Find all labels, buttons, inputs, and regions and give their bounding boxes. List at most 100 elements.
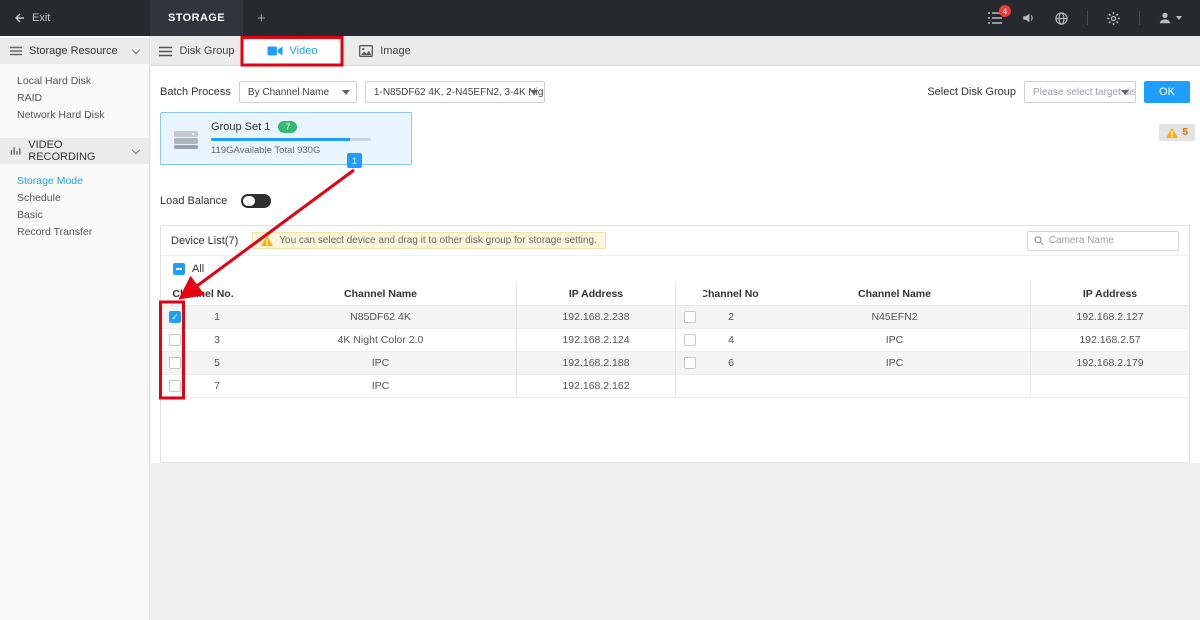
topbar-icons: 4 (987, 11, 1200, 26)
ok-button[interactable]: OK (1144, 81, 1190, 103)
select-disk-group-label: Select Disk Group (927, 86, 1016, 98)
sidebar-section-storage-resource[interactable]: Storage Resource (0, 38, 149, 64)
device-list-title: Device List(7) (171, 235, 238, 247)
table-row[interactable]: 7 IPC 192.168.2.162 (161, 375, 1189, 398)
col-checkbox (675, 282, 703, 305)
table-row[interactable]: 5 IPC 192.168.2.188 6 IPC 192.168.2.179 (161, 352, 1189, 375)
table-row[interactable]: 1 N85DF62 4K 192.168.2.238 2 N45EFN2 192… (161, 306, 1189, 329)
col-channel-no: Channel No. (703, 282, 759, 305)
channel-name: N85DF62 4K (245, 306, 516, 328)
row-checkbox[interactable] (169, 334, 181, 346)
channel-name: IPC (759, 329, 1030, 351)
col-ip-address: IP Address (1030, 282, 1189, 305)
ip-address: 192.168.2.238 (516, 306, 675, 328)
table-header: Channel No. Channel Name IP Address Chan… (161, 282, 1189, 306)
tab-label: Image (380, 45, 411, 57)
tab-disk-group[interactable]: Disk Group (151, 36, 243, 66)
col-ip-address: IP Address (516, 282, 675, 305)
row-checkbox[interactable] (684, 334, 696, 346)
toggle-knob (243, 196, 255, 206)
disk-stack-icon (171, 126, 201, 152)
exit-button[interactable]: Exit (0, 12, 150, 24)
batch-mode-select[interactable]: By Channel Name (239, 81, 357, 103)
sidebar-item-record-transfer[interactable]: Record Transfer (0, 224, 149, 241)
ip-address (1030, 375, 1189, 397)
add-tab-button[interactable]: + (243, 10, 280, 27)
back-arrow-icon (13, 12, 25, 24)
channel-name: IPC (245, 352, 516, 374)
select-all-checkbox[interactable] (173, 263, 185, 275)
search-icon (1034, 235, 1044, 246)
tab-strip: Disk Group Video Image (151, 36, 1200, 66)
target-disk-select[interactable]: Please select target disk ... (1024, 81, 1136, 103)
select-value: By Channel Name (248, 87, 329, 98)
load-balance-row: Load Balance (160, 194, 271, 208)
sidebar-item-network-hard-disk[interactable]: Network Hard Disk (0, 107, 149, 124)
col-channel-no: Channel No. (161, 282, 245, 305)
channel-name: IPC (245, 375, 516, 397)
warning-triangle-icon (261, 236, 273, 246)
disk-group-controls: Select Disk Group Please select target d… (927, 81, 1190, 103)
row-checkbox[interactable] (169, 357, 181, 369)
chevron-down-icon (132, 45, 140, 53)
hint-text: You can select device and drag it to oth… (279, 235, 597, 246)
main-area: Disk Group Video Image Batch Process By … (151, 36, 1200, 620)
row-checkbox[interactable] (684, 311, 696, 323)
channel-name: 4K Night Color 2.0 (245, 329, 516, 351)
chevron-down-icon (1121, 90, 1129, 95)
warning-count-badge[interactable]: 5 (1159, 124, 1195, 141)
capacity-progress-bar (211, 138, 371, 141)
search-input[interactable] (1049, 235, 1172, 246)
divider (1139, 11, 1140, 25)
storage-resource-items: Local Hard Disk RAID Network Hard Disk (0, 64, 149, 136)
task-list-icon[interactable]: 4 (987, 11, 1003, 25)
channel-no: 7 (189, 375, 245, 397)
chevron-down-icon (1176, 16, 1182, 20)
network-icon[interactable] (1054, 11, 1069, 26)
sidebar-item-storage-mode[interactable]: Storage Mode (0, 173, 149, 190)
channel-name (759, 375, 1030, 397)
channel-no: 5 (189, 352, 245, 374)
tab-label: Disk Group (179, 45, 234, 57)
notification-badge: 4 (999, 5, 1011, 17)
alarm-speaker-icon[interactable] (1021, 11, 1036, 25)
ip-address: 192.168.2.179 (1030, 352, 1189, 374)
chevron-down-icon (132, 145, 140, 153)
table-row[interactable]: 3 4K Night Color 2.0 192.168.2.124 4 IPC… (161, 329, 1189, 352)
group-set-card[interactable]: Group Set 1 7 119GAvailable Total 930G (160, 112, 412, 165)
channel-no: 6 (703, 352, 759, 374)
sidebar-item-basic[interactable]: Basic (0, 207, 149, 224)
drag-count-badge: 1 (347, 153, 362, 168)
tab-image[interactable]: Image (341, 36, 429, 66)
device-list-header: Device List(7) You can select device and… (161, 226, 1189, 256)
col-channel-name: Channel Name (759, 282, 1030, 305)
chevron-down-icon (530, 90, 538, 95)
sidebar-item-local-hard-disk[interactable]: Local Hard Disk (0, 73, 149, 90)
batch-process-label: Batch Process (160, 86, 231, 98)
user-menu[interactable] (1158, 11, 1182, 25)
camera-search-box[interactable] (1027, 231, 1179, 251)
row-checkbox[interactable] (169, 311, 181, 323)
settings-gear-icon[interactable] (1106, 11, 1121, 26)
row-checkbox[interactable] (169, 380, 181, 392)
channels-select[interactable]: 1-N85DF62 4K, 2-N45EFN2, 3-4K Night Co..… (365, 81, 545, 103)
device-list-panel: Device List(7) You can select device and… (160, 225, 1190, 463)
group-card-body: Group Set 1 7 119GAvailable Total 930G (211, 121, 371, 156)
select-all-label: All (192, 263, 204, 275)
storage-tab[interactable]: STORAGE (150, 0, 243, 36)
bars-icon (10, 146, 21, 156)
tab-video[interactable]: Video (243, 36, 341, 66)
disk-group-icon (159, 46, 172, 57)
ip-address: 192.168.2.57 (1030, 329, 1189, 351)
select-value: 1-N85DF62 4K, 2-N45EFN2, 3-4K Night Co..… (374, 87, 545, 98)
sidebar-item-raid[interactable]: RAID (0, 90, 149, 107)
sidebar-section-video-recording[interactable]: VIDEO RECORDING (0, 138, 149, 164)
sidebar: Storage Resource Local Hard Disk RAID Ne… (0, 36, 150, 620)
sidebar-item-schedule[interactable]: Schedule (0, 190, 149, 207)
col-channel-name: Channel Name (245, 282, 516, 305)
ip-address: 192.168.2.188 (516, 352, 675, 374)
channel-name: N45EFN2 (759, 306, 1030, 328)
row-checkbox[interactable] (684, 357, 696, 369)
load-balance-toggle[interactable] (241, 194, 271, 208)
tab-label: Video (290, 45, 318, 57)
